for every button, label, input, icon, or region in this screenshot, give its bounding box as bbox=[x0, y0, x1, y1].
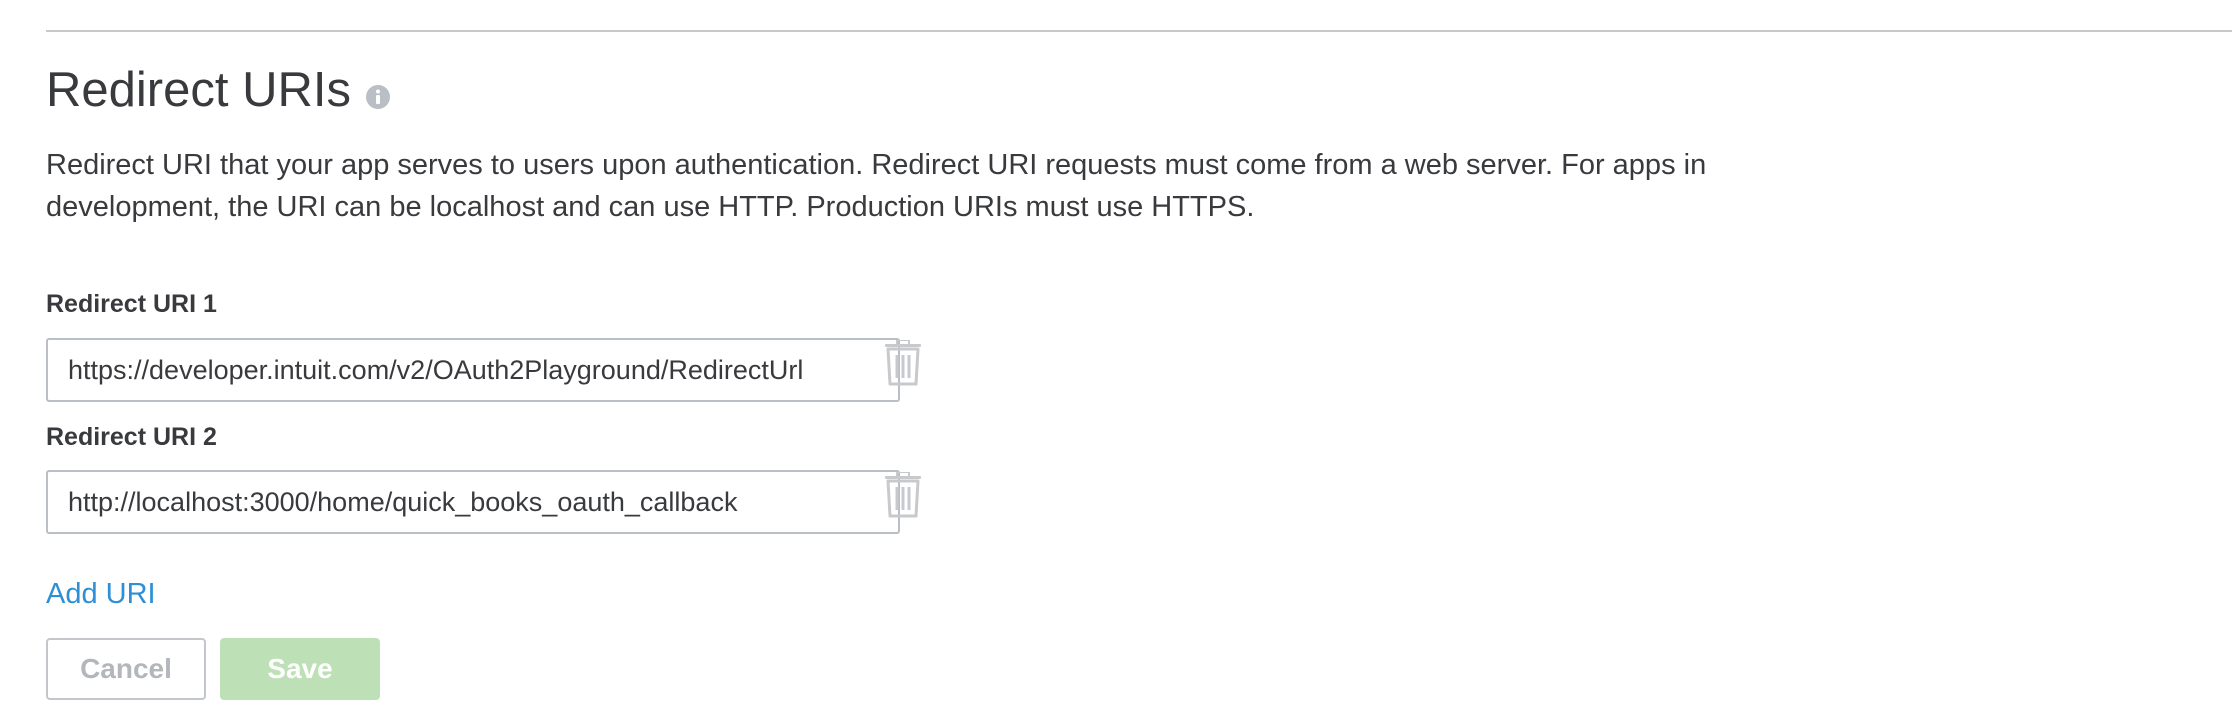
trash-icon[interactable] bbox=[884, 339, 922, 386]
info-icon[interactable] bbox=[365, 84, 391, 110]
add-uri-link[interactable]: Add URI bbox=[46, 578, 156, 611]
save-button[interactable]: Save bbox=[220, 638, 380, 700]
section-header: Redirect URIs bbox=[46, 58, 391, 122]
redirect-uri-1-input[interactable] bbox=[46, 338, 900, 402]
redirect-uri-1-label: Redirect URI 1 bbox=[46, 290, 217, 318]
section-description: Redirect URI that your app serves to use… bbox=[46, 149, 1707, 223]
redirect-uri-2-input[interactable] bbox=[46, 470, 900, 534]
section-title: Redirect URIs bbox=[46, 63, 351, 117]
trash-icon[interactable] bbox=[884, 471, 922, 518]
cancel-button[interactable]: Cancel bbox=[46, 638, 206, 700]
section-divider bbox=[46, 30, 2232, 32]
redirect-uri-2-label: Redirect URI 2 bbox=[46, 423, 217, 451]
